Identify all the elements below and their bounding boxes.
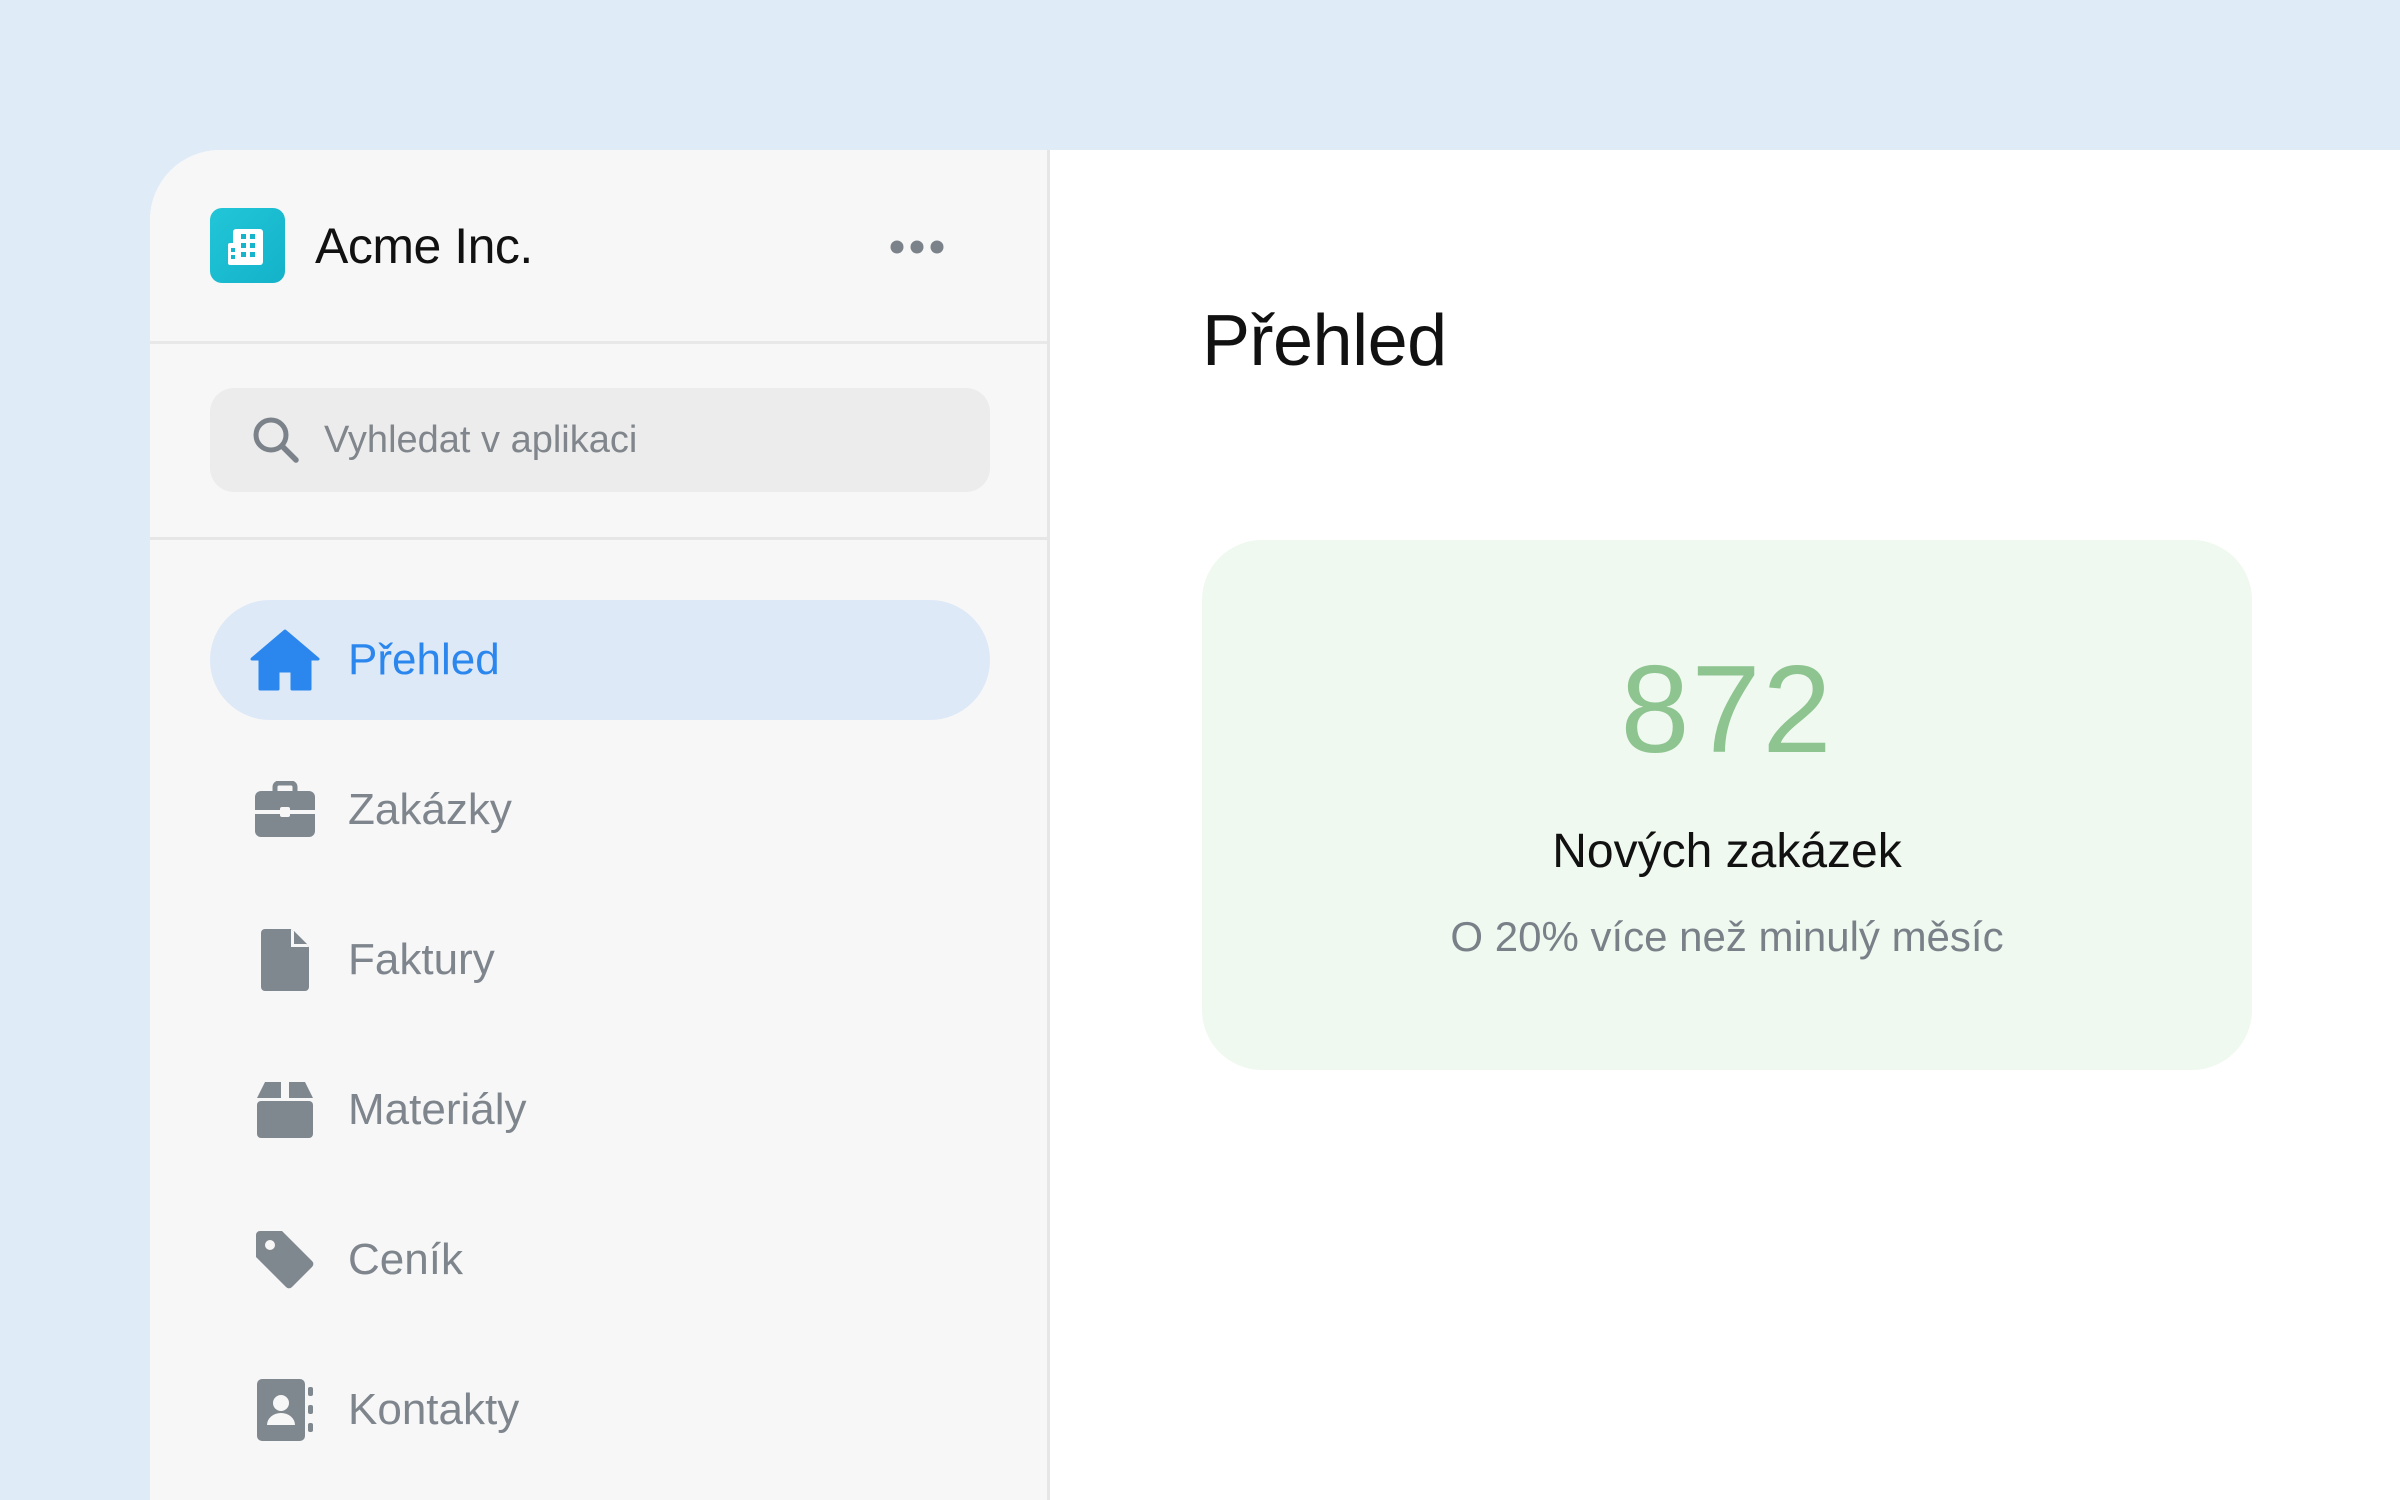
sidebar-item-prehled[interactable]: Přehled	[210, 600, 990, 720]
sidebar-nav: Přehled Zakázky Faktury Materiály Ceník …	[150, 540, 1047, 1470]
file-icon	[250, 925, 320, 995]
more-options-button[interactable]	[887, 230, 947, 264]
sidebar-item-materialy[interactable]: Materiály	[210, 1050, 990, 1170]
brand-header: Acme Inc.	[150, 150, 1047, 344]
home-icon	[250, 625, 320, 695]
sidebar-item-cenik[interactable]: Ceník	[210, 1200, 990, 1320]
search-icon	[253, 417, 299, 463]
search-section	[150, 344, 1047, 540]
page-title: Přehled	[1202, 301, 1447, 381]
briefcase-icon	[250, 775, 320, 845]
stat-card: 872 Nových zakázek O 20% více než minulý…	[1202, 540, 2252, 1070]
tag-icon	[250, 1225, 320, 1295]
sidebar-item-label: Zakázky	[348, 785, 512, 834]
sidebar: Acme Inc. Vyhledat v aplikaci Přehled Za…	[150, 150, 1050, 1500]
sidebar-item-label: Faktury	[348, 935, 495, 984]
more-horizontal-icon	[890, 240, 944, 254]
sidebar-item-kontakty[interactable]: Kontakty	[210, 1350, 990, 1470]
box-icon	[250, 1075, 320, 1145]
sidebar-item-label: Kontakty	[348, 1385, 520, 1434]
search-box[interactable]	[210, 388, 990, 492]
building-icon[interactable]	[210, 208, 285, 283]
sidebar-item-label: Materiály	[348, 1085, 527, 1134]
sidebar-item-label: Ceník	[348, 1235, 463, 1284]
stat-value: 872	[1620, 641, 1834, 779]
sidebar-item-label: Přehled	[348, 635, 500, 684]
app-window: Acme Inc. Vyhledat v aplikaci Přehled Za…	[150, 150, 2400, 1500]
sidebar-item-zakazky[interactable]: Zakázky	[210, 750, 990, 870]
stat-subtext: O 20% více než minulý měsíc	[1450, 913, 2004, 960]
search-input[interactable]	[324, 418, 944, 462]
brand-name: Acme Inc.	[315, 217, 533, 274]
main-content: Přehled 872 Nových zakázek O 20% více ne…	[1050, 150, 2400, 1500]
address-book-icon	[250, 1375, 320, 1445]
sidebar-item-faktury[interactable]: Faktury	[210, 900, 990, 1020]
stat-label: Nových zakázek	[1552, 825, 1902, 878]
